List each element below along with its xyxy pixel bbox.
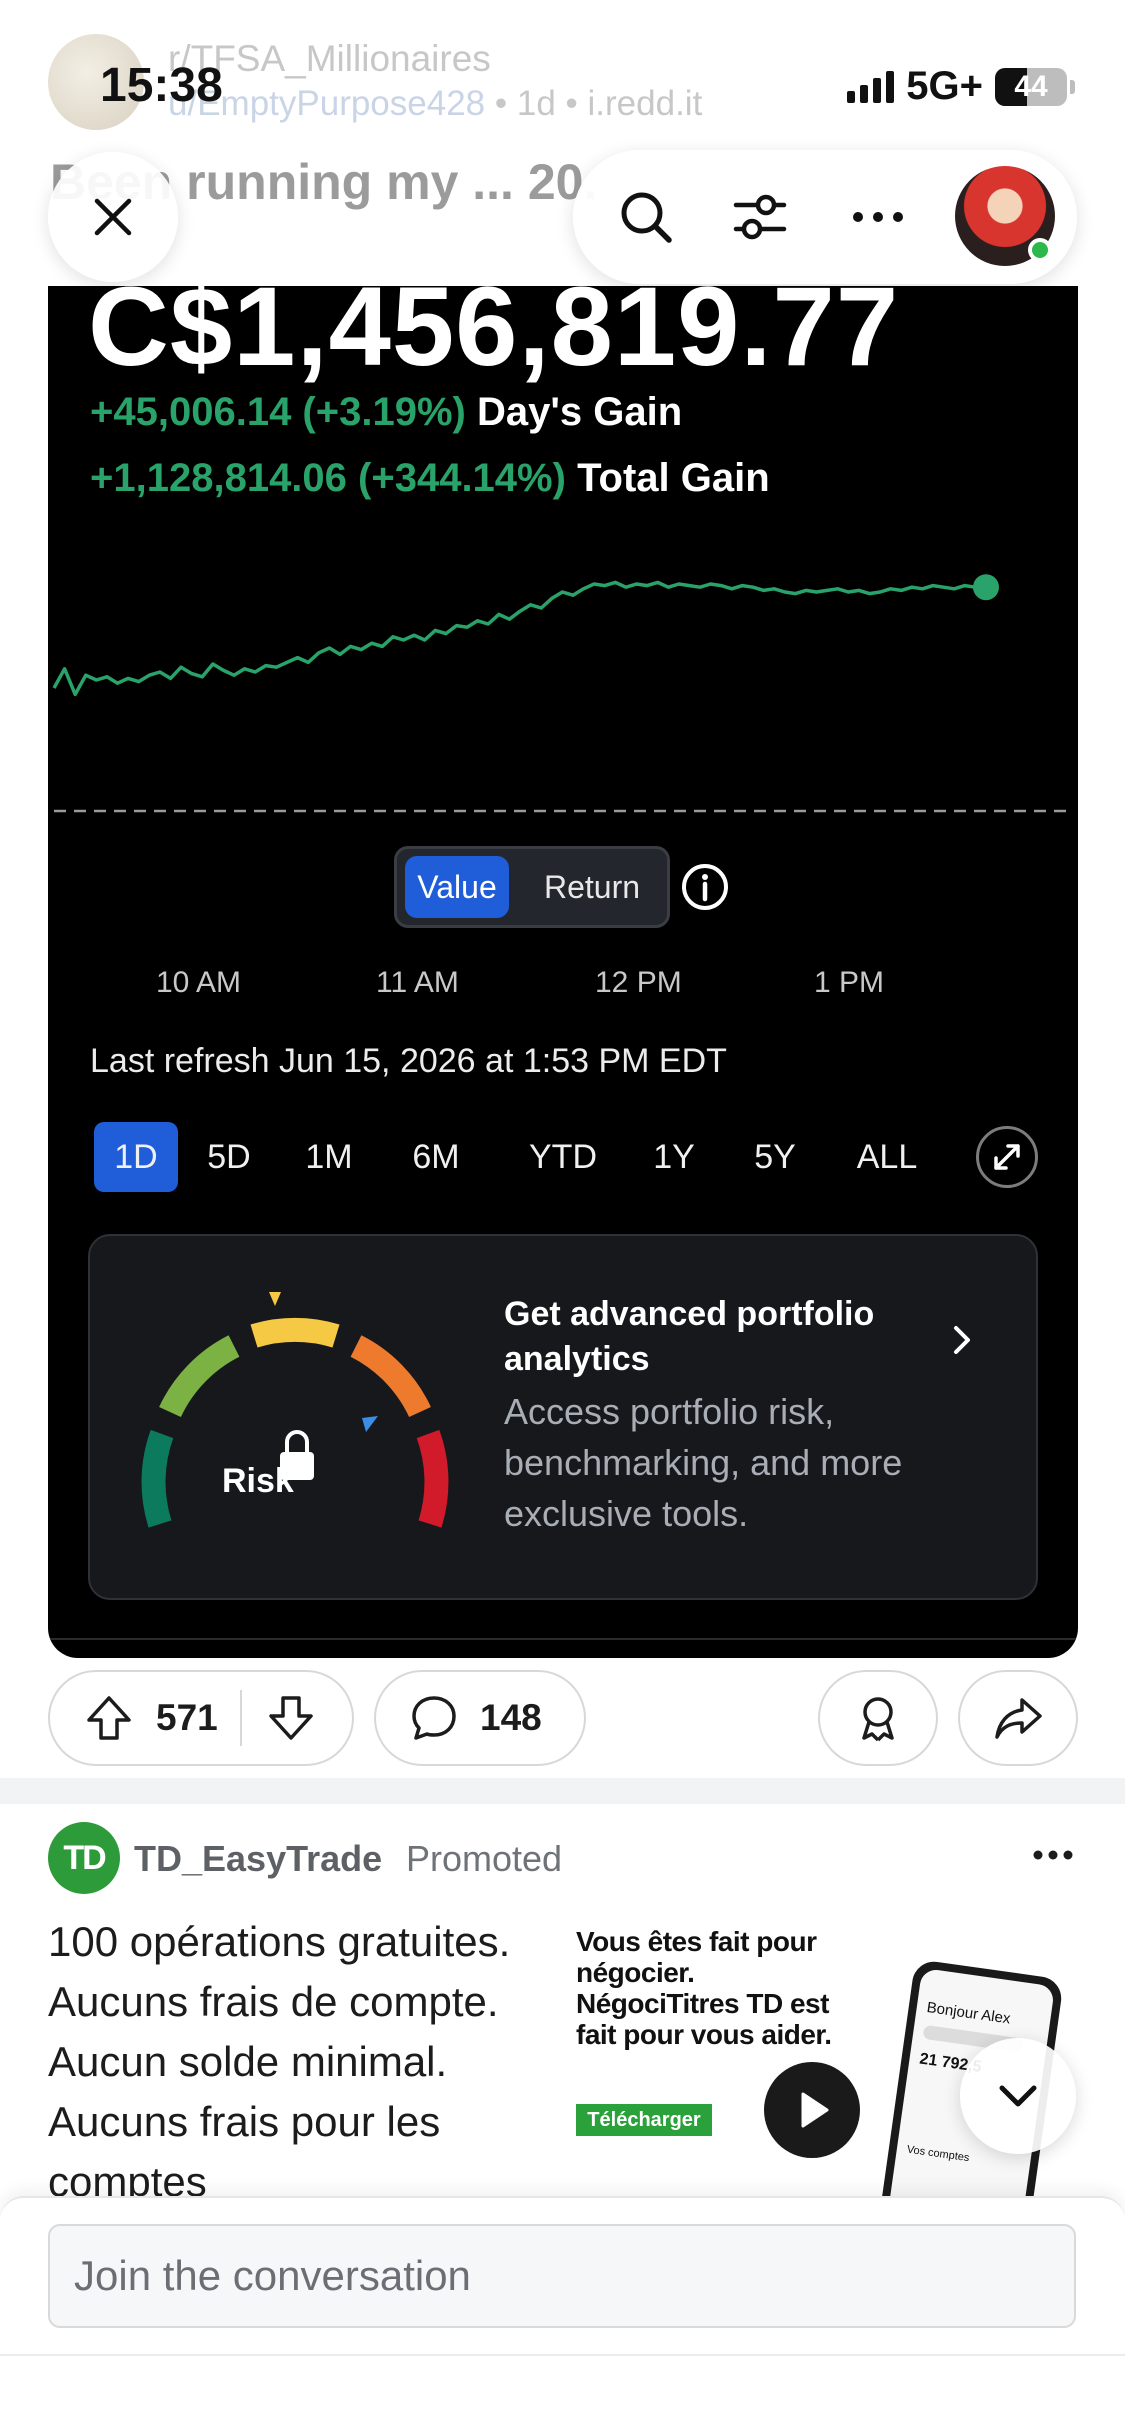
chart-series-line	[52, 580, 986, 697]
comment-icon	[412, 1696, 456, 1740]
search-button[interactable]	[609, 180, 683, 254]
range-all[interactable]: ALL	[846, 1122, 928, 1192]
upvote-count: 571	[156, 1697, 218, 1738]
join-conversation-input[interactable]	[48, 2224, 1076, 2328]
close-icon	[94, 198, 132, 236]
range-6m[interactable]: 6M	[398, 1122, 474, 1192]
analytics-description: Access portfolio risk, benchmarking, and…	[504, 1391, 903, 1534]
phone-accounts-label: Vos comptes	[906, 2143, 971, 2165]
downvote-icon	[268, 1696, 313, 1740]
post-action-bar: 571 148	[0, 1670, 1125, 1770]
sliders-icon	[733, 194, 787, 240]
chevron-right-icon	[954, 1326, 970, 1354]
phone-greeting: Bonjour Alex	[925, 1999, 1012, 2028]
post-age: 1d	[516, 84, 556, 123]
chevron-down-icon	[999, 2085, 1037, 2107]
x-tick-label: 12 PM	[595, 966, 682, 999]
comments-button[interactable]: 148	[374, 1670, 586, 1766]
portfolio-value: C$1,456,819.77	[88, 286, 900, 389]
x-tick-label: 11 AM	[376, 966, 459, 999]
filter-button[interactable]	[723, 180, 797, 254]
play-icon	[801, 2092, 829, 2128]
award-button[interactable]	[818, 1670, 938, 1766]
total-gain-row: +1,128,814.06 (+344.14%) Total Gain	[90, 456, 770, 501]
post-domain[interactable]: i.redd.it	[588, 84, 703, 123]
network-type: 5G+	[906, 64, 983, 108]
status-time: 15:38	[100, 59, 223, 112]
last-refresh: Last refresh Jun 15, 2026 at 1:53 PM EDT	[90, 1042, 727, 1080]
info-icon	[682, 864, 728, 910]
more-dots-icon	[853, 212, 903, 222]
online-status-dot	[1028, 238, 1052, 262]
comment-composer	[0, 2196, 1125, 2436]
bottom-separator	[0, 2354, 1125, 2356]
feed-divider	[0, 1778, 1125, 1804]
upvote-icon	[87, 1696, 131, 1740]
analytics-title: Get advanced portfolio analytics	[504, 1295, 875, 1378]
toggle-value[interactable]: Value	[405, 856, 509, 918]
range-1d[interactable]: 1D	[94, 1122, 178, 1192]
signal-icon	[847, 70, 895, 103]
advertiser-logo[interactable]: TD	[48, 1822, 120, 1894]
days-gain-row: +45,006.14 (+3.19%) Day's Gain	[90, 390, 682, 435]
award-icon	[862, 1697, 894, 1742]
collapse-button[interactable]	[960, 2038, 1076, 2154]
post-meta: u/EmptyPurpose428 • 1d • i.redd.it	[168, 84, 703, 123]
vote-control: 571	[48, 1670, 354, 1766]
play-video-button[interactable]	[764, 2062, 860, 2158]
ad-body-text[interactable]: 100 opérations gratuites. Aucuns frais d…	[48, 1912, 548, 2212]
toggle-return[interactable]: Return	[527, 856, 657, 918]
info-button[interactable]	[680, 862, 730, 912]
range-ytd[interactable]: YTD	[518, 1122, 608, 1192]
days-gain-label: Day's Gain	[476, 390, 683, 434]
upvote-button[interactable]	[84, 1693, 134, 1743]
advertiser-name[interactable]: TD_EasyTrade	[134, 1838, 382, 1880]
comment-count: 148	[480, 1697, 542, 1738]
close-button[interactable]	[48, 152, 178, 282]
vote-divider	[239, 1690, 242, 1746]
share-icon	[995, 1698, 1042, 1739]
range-5y[interactable]: 5Y	[740, 1122, 810, 1192]
gauge-marker	[269, 1292, 281, 1306]
days-gain-value: +45,006.14 (+3.19%)	[90, 390, 466, 434]
promoted-label: Promoted	[406, 1838, 563, 1879]
search-icon	[621, 192, 672, 243]
gauge-needle	[362, 1416, 378, 1432]
share-button[interactable]	[958, 1670, 1078, 1766]
range-5d[interactable]: 5D	[194, 1122, 264, 1192]
expand-chart-button[interactable]	[976, 1126, 1038, 1188]
advertiser-logo-text: TD	[63, 1838, 106, 1877]
ad-image-slogan: Vous êtes fait pour négocier. NégociTitr…	[576, 1926, 832, 2050]
x-tick-label: 10 AM	[156, 966, 242, 999]
ad-more-icon[interactable]	[1030, 1840, 1076, 1870]
post-image[interactable]: C$1,456,819.77 +45,006.14 (+3.19%) Day's…	[48, 286, 1078, 1658]
downvote-button[interactable]	[266, 1693, 316, 1743]
total-gain-label: Total Gain	[577, 456, 770, 500]
analytics-promo-card[interactable]: Risk Get advanced portfolio analytics Ac…	[88, 1234, 1038, 1600]
status-indicators: 5G+ 44	[847, 64, 1075, 109]
card-divider	[48, 1638, 1078, 1640]
total-gain-value: +1,128,814.06 (+344.14%)	[90, 456, 566, 500]
battery-icon: 44	[995, 67, 1075, 106]
risk-gauge	[141, 1292, 449, 1528]
range-1y[interactable]: 1Y	[642, 1122, 706, 1192]
ad-download-button[interactable]: Télécharger	[576, 2104, 712, 2136]
range-1m[interactable]: 1M	[294, 1122, 364, 1192]
intraday-chart	[52, 574, 1072, 813]
more-options-button[interactable]	[841, 180, 915, 254]
expand-icon	[994, 1144, 1020, 1170]
chart-endpoint-dot	[973, 574, 999, 601]
x-tick-label: 1 PM	[814, 966, 885, 999]
battery-level: 44	[1014, 69, 1048, 103]
risk-label: Risk	[222, 1462, 294, 1500]
value-return-toggle: Value Return	[394, 846, 670, 928]
